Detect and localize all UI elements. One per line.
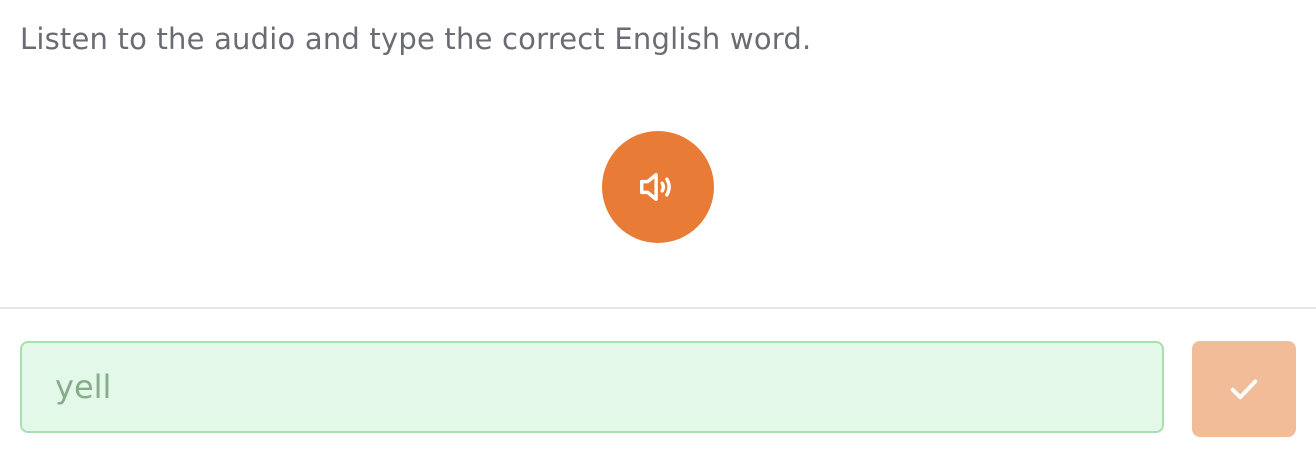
- answer-value: yell: [55, 368, 112, 406]
- check-answer-button[interactable]: [1192, 341, 1296, 437]
- play-audio-button[interactable]: [602, 131, 714, 243]
- section-divider: [0, 307, 1316, 309]
- answer-input[interactable]: yell: [20, 341, 1164, 433]
- checkmark-icon: [1230, 379, 1258, 400]
- listening-exercise: Listen to the audio and type the correct…: [0, 0, 1316, 452]
- speaker-icon: [639, 173, 671, 201]
- instruction-text: Listen to the audio and type the correct…: [20, 22, 812, 56]
